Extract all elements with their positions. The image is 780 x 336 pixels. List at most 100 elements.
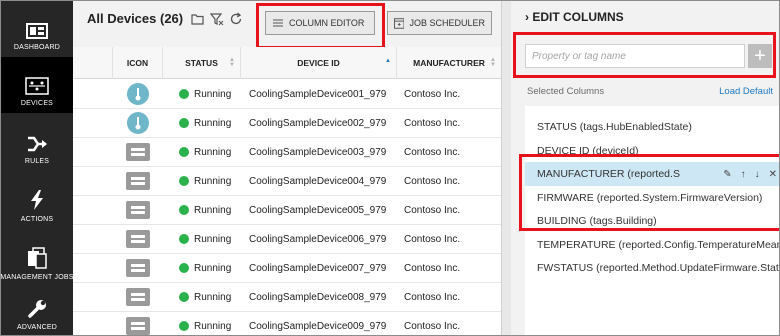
column-item-actions: ✎ ↑ ↓ ✕ (719, 162, 777, 186)
vertical-scrollbar[interactable] (501, 1, 511, 335)
cell-manufacturer: Contoso Inc. (404, 233, 461, 245)
header-device-id[interactable]: DEVICE ID ▲ (241, 47, 397, 79)
cell-status: Running (179, 283, 241, 311)
status-dot-icon (179, 176, 189, 186)
status-text: Running (194, 233, 232, 245)
header-label: ICON (126, 58, 149, 68)
status-dot-icon (179, 263, 189, 273)
nav-item-dashboard[interactable]: DASHBOARD (1, 1, 73, 57)
cell-icon (113, 283, 163, 311)
chevron-right-icon: › (525, 10, 529, 24)
header-label: DEVICE ID (297, 58, 340, 68)
cell-device-id: CoolingSampleDevice001_979 (249, 88, 387, 100)
column-item[interactable]: DEVICE ID (deviceId) (525, 139, 779, 163)
column-item[interactable]: FIRMWARE (reported.System.FirmwareVersio… (525, 186, 779, 210)
cell-device-id: CoolingSampleDevice002_979 (249, 117, 387, 129)
refresh-icon[interactable] (229, 12, 243, 26)
nav-label: RULES (24, 158, 50, 165)
header-status[interactable]: STATUS ▲ ▼ (163, 47, 241, 79)
thermometer-icon (127, 112, 149, 134)
column-item[interactable]: BUILDING (tags.Building) (525, 209, 779, 233)
columns-icon (273, 19, 283, 27)
nav-label: DEVICES (20, 100, 54, 107)
column-item-label: STATUS (tags.HubEnabledState) (537, 121, 692, 133)
header-icon[interactable]: ICON (113, 47, 163, 79)
status-text: Running (194, 88, 232, 100)
table-row[interactable]: Running CoolingSampleDevice005_979 Contoso… (73, 196, 501, 225)
cell-status: Running (179, 254, 241, 282)
devices-toolbar: All Devices (26) COLUMN EDITOR JOB SCHED… (73, 1, 501, 47)
move-up-icon[interactable]: ↑ (741, 169, 746, 180)
cell-icon (113, 109, 163, 137)
nav-item-management-jobs[interactable]: MANAGEMENT JOBS (1, 231, 73, 287)
cell-manufacturer: Contoso Inc. (404, 320, 461, 332)
table-row[interactable]: Running CoolingSampleDevice008_979 Contoso… (73, 283, 501, 312)
table-row[interactable]: Running CoolingSampleDevice007_979 Contoso… (73, 254, 501, 283)
load-default-link[interactable]: Load Default (719, 86, 773, 97)
cell-device-id: CoolingSampleDevice007_979 (249, 262, 387, 274)
status-text: Running (194, 291, 232, 303)
nav-item-advanced[interactable]: ADVANCED (1, 291, 73, 335)
filter-icon[interactable] (210, 12, 224, 26)
header-manufacturer[interactable]: MANUFACTURER ▲ ▼ (397, 47, 501, 79)
folder-icon[interactable] (191, 12, 205, 26)
cell-manufacturer: Contoso Inc. (404, 262, 461, 274)
cell-device-id: CoolingSampleDevice004_979 (249, 175, 387, 187)
status-text: Running (194, 320, 232, 332)
nav-item-actions[interactable]: ACTIONS (1, 173, 73, 229)
column-item-label: TEMPERATURE (reported.Config.Temperature… (537, 238, 779, 251)
sort-icon: ▲ ▼ (490, 57, 496, 68)
nav-label: ACTIONS (20, 216, 54, 223)
column-item[interactable]: MANUFACTURER (reported.S ✎ ↑ ↓ ✕ (525, 162, 779, 186)
move-down-icon[interactable]: ↓ (755, 169, 760, 180)
status-dot-icon (179, 292, 189, 302)
cell-icon (113, 196, 163, 224)
property-tag-input[interactable] (525, 44, 745, 68)
cell-status: Running (179, 196, 241, 224)
cell-icon (113, 312, 163, 335)
cell-status: Running (179, 138, 241, 166)
nav-item-devices[interactable]: DEVICES (1, 57, 73, 113)
column-item[interactable]: TEMPERATURE (reported.Config.Temperature… (525, 233, 779, 257)
table-row[interactable]: Running CoolingSampleDevice003_979 Contoso… (73, 138, 501, 167)
column-item-label: BUILDING (tags.Building) (537, 215, 657, 227)
devices-panel: All Devices (26) COLUMN EDITOR JOB SCHED… (73, 1, 501, 335)
cell-manufacturer: Contoso Inc. (404, 204, 461, 216)
edit-columns-panel: › EDIT COLUMNS + Selected Columns Load D… (511, 1, 779, 335)
job-scheduler-label: JOB SCHEDULER (409, 18, 485, 28)
column-item-label: FIRMWARE (reported.System.FirmwareVersio… (537, 191, 763, 204)
cell-device-id: CoolingSampleDevice009_979 (249, 320, 387, 332)
table-row[interactable]: Running CoolingSampleDevice002_979 Contoso… (73, 109, 501, 138)
column-item-label: MANUFACTURER (reported.S (537, 168, 680, 180)
device-icon (126, 230, 150, 248)
device-icon (126, 288, 150, 306)
job-scheduler-button[interactable]: JOB SCHEDULER (387, 11, 492, 35)
column-editor-button[interactable]: COLUMN EDITOR (265, 11, 375, 35)
actions-icon (31, 190, 43, 210)
thermometer-icon (127, 83, 149, 105)
table-row[interactable]: Running CoolingSampleDevice001_979 Contoso… (73, 80, 501, 109)
column-item[interactable]: FWSTATUS (reported.Method.UpdateFirmware… (525, 256, 779, 280)
grid-header: ICON STATUS ▲ ▼ DEVICE ID ▲ MANUFACTURER … (73, 47, 501, 79)
selected-columns-label: Selected Columns (527, 86, 605, 97)
status-dot-icon (179, 321, 189, 331)
nav-item-rules[interactable]: RULES (1, 115, 73, 171)
cell-device-id: CoolingSampleDevice005_979 (249, 204, 387, 216)
table-row[interactable]: Running CoolingSampleDevice004_979 Contoso… (73, 167, 501, 196)
table-row[interactable]: Running CoolingSampleDevice006_979 Contoso… (73, 225, 501, 254)
add-column-button[interactable]: + (748, 44, 772, 68)
edit-icon[interactable]: ✎ (723, 169, 731, 180)
cell-icon (113, 80, 163, 108)
close-icon[interactable]: ✕ (769, 169, 777, 180)
edit-columns-title[interactable]: › EDIT COLUMNS (525, 10, 624, 24)
column-item[interactable]: STATUS (tags.HubEnabledState) (525, 115, 779, 139)
status-dot-icon (179, 118, 189, 128)
app-window: DASHBOARD DEVICES RULES ACTIONS MANAGEME… (0, 0, 780, 336)
status-text: Running (194, 204, 232, 216)
table-row[interactable]: Running CoolingSampleDevice009_979 Contoso… (73, 312, 501, 335)
cell-status: Running (179, 109, 241, 137)
edit-columns-label: EDIT COLUMNS (532, 10, 624, 24)
cell-manufacturer: Contoso Inc. (404, 88, 461, 100)
cell-manufacturer: Contoso Inc. (404, 146, 461, 158)
cell-manufacturer: Contoso Inc. (404, 117, 461, 129)
